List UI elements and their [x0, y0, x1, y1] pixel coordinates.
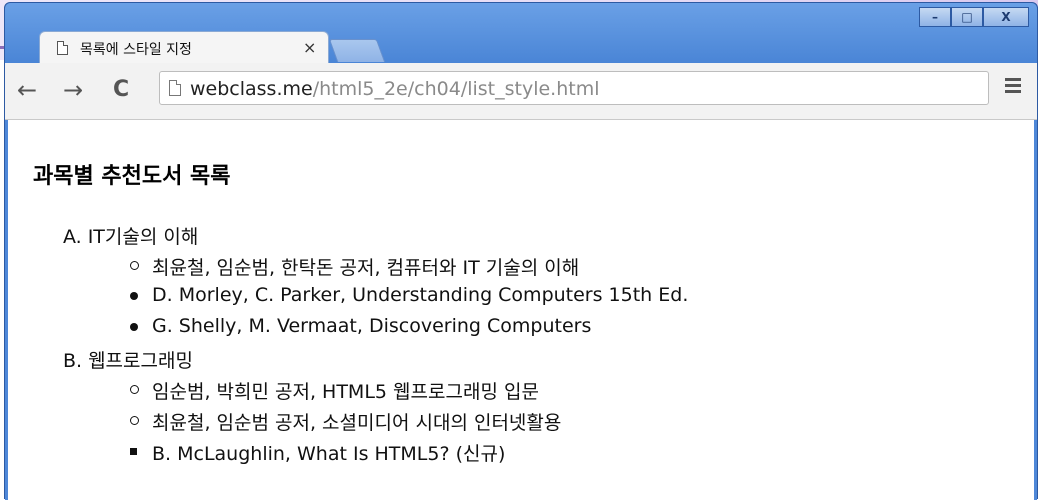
list-marker: B.: [63, 350, 83, 372]
list-item: 임순범, 박희민 공저, HTML5 웹프로그래밍 입문: [130, 377, 539, 404]
page-title: 과목별 추천도서 목록: [33, 164, 231, 189]
list-item-text: 최윤철, 임순범, 한탁돈 공저, 컴퓨터와 IT 기술의 이해: [152, 257, 580, 279]
circle-bullet: [130, 385, 139, 394]
url-path: /html5_2e/ch04/list_style.html: [312, 78, 600, 100]
disc-bullet: [130, 292, 138, 300]
circle-bullet: [130, 261, 139, 270]
page-icon: [57, 41, 68, 55]
list-item: 최윤철, 임순범, 한탁돈 공저, 컴퓨터와 IT 기술의 이해: [130, 253, 580, 280]
url-host: webclass.me: [190, 78, 313, 100]
list-item-text: B. McLaughlin, What Is HTML5? (신규): [152, 443, 506, 465]
url-text: webclass.me/html5_2e/ch04/list_style.htm…: [190, 78, 600, 100]
page-content: 과목별 추천도서 목록 A. IT기술의 이해 최윤철, 임순범, 한탁돈 공저,…: [5, 120, 1037, 500]
list-item-text: 최윤철, 임순범 공저, 소셜미디어 시대의 인터넷활용: [152, 412, 562, 434]
section-title: IT기술의 이해: [87, 226, 199, 248]
list-section-b: B. 웹프로그래밍: [63, 346, 193, 373]
tab-title: 목록에 스타일 지정: [80, 42, 192, 58]
list-item: G. Shelly, M. Vermaat, Discovering Compu…: [130, 315, 592, 337]
list-item-text: G. Shelly, M. Vermaat, Discovering Compu…: [152, 315, 592, 337]
back-arrow-icon[interactable]: ←: [17, 77, 37, 103]
maximize-button[interactable]: □: [951, 7, 983, 27]
browser-toolbar: ← → C webclass.me/html5_2e/ch04/list_sty…: [5, 63, 1037, 120]
list-item: D. Morley, C. Parker, Understanding Comp…: [130, 284, 689, 306]
title-bar: 목록에 스타일 지정 × – □ X: [5, 3, 1037, 64]
list-item: B. McLaughlin, What Is HTML5? (신규): [130, 439, 506, 466]
close-window-button[interactable]: X: [983, 7, 1029, 27]
list-section-a: A. IT기술의 이해: [63, 222, 198, 249]
list-item-text: 임순범, 박희민 공저, HTML5 웹프로그래밍 입문: [152, 381, 539, 403]
list-item-text: D. Morley, C. Parker, Understanding Comp…: [152, 284, 689, 306]
browser-window: 목록에 스타일 지정 × – □ X ← → C webclass.me/htm…: [4, 2, 1038, 500]
tab-close-button[interactable]: ×: [303, 38, 316, 57]
section-title: 웹프로그래밍: [88, 350, 193, 372]
menu-icon[interactable]: [1005, 78, 1021, 96]
square-bullet: [130, 448, 137, 455]
minimize-button[interactable]: –: [919, 7, 951, 27]
window-controls: – □ X: [919, 7, 1029, 27]
list-item: 최윤철, 임순범 공저, 소셜미디어 시대의 인터넷활용: [130, 408, 562, 435]
new-tab-button[interactable]: [328, 39, 386, 62]
reload-icon[interactable]: C: [113, 77, 129, 103]
list-marker: A.: [63, 226, 82, 248]
disc-bullet: [130, 323, 138, 331]
tab-active[interactable]: 목록에 스타일 지정 ×: [39, 31, 329, 64]
address-bar[interactable]: webclass.me/html5_2e/ch04/list_style.htm…: [159, 71, 989, 105]
page-icon: [169, 80, 181, 96]
circle-bullet: [130, 416, 139, 425]
forward-arrow-icon[interactable]: →: [63, 77, 83, 103]
